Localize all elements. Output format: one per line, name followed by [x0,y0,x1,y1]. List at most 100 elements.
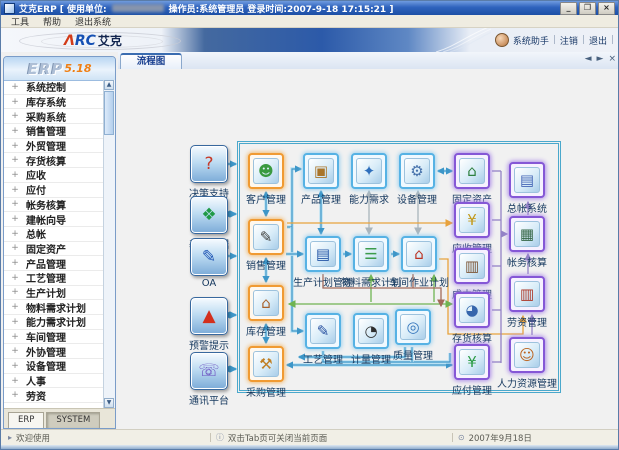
sidebar-item-13[interactable]: +工艺管理 [4,271,104,286]
sidebar-item-21[interactable]: +劳资 [4,388,104,403]
tab-close-icon[interactable]: × [608,54,616,64]
expand-plus-icon[interactable]: + [4,390,26,400]
flow-node-product-mgmt[interactable]: ▣ [303,153,339,189]
flow-node-receivable-mgmt[interactable]: ¥ [454,202,490,238]
expand-plus-icon[interactable]: + [4,273,26,283]
close-button[interactable]: × [598,2,615,15]
tab-nav-prev-icon[interactable]: ◄ [585,54,592,64]
sidebar-item-17[interactable]: +车间管理 [4,330,104,345]
sidebar-item-15[interactable]: +物料需求计划 [4,300,104,315]
sidebar-item-7[interactable]: +应付 [4,183,104,198]
expand-plus-icon[interactable]: + [4,199,26,209]
expand-plus-icon[interactable]: + [4,317,26,327]
sidebar-item-14[interactable]: +生产计划 [4,286,104,301]
expand-plus-icon[interactable]: + [4,141,26,151]
expand-plus-icon[interactable]: + [4,332,26,342]
tab-nav-next-icon[interactable]: ► [597,54,604,64]
expand-plus-icon[interactable]: + [4,214,26,224]
link-system-assistant[interactable]: 系统助手 [513,34,549,47]
sidebar-item-label: 系统控制 [26,80,66,94]
flow-node-fixed-assets[interactable]: ⌂ [454,153,490,189]
sidebar-item-6[interactable]: +应收 [4,168,104,183]
flow-node-payable-mgmt[interactable]: ¥ [454,344,490,380]
sidebar-item-5[interactable]: +存货核算 [4,153,104,168]
info-icon: ⓘ [216,432,224,443]
expand-plus-icon[interactable]: + [4,361,26,371]
scroll-up-icon[interactable]: ▲ [104,80,114,90]
expand-plus-icon[interactable]: + [4,243,26,253]
inventory-mgmt-icon: ⌂ [253,290,279,316]
link-separator: | [582,35,585,45]
expand-plus-icon[interactable]: + [4,155,26,165]
flow-node-customer-mgmt[interactable]: ☻ [248,153,284,189]
flow-node-alert-reminder[interactable]: ▲ [190,297,228,335]
flow-node-capacity-requirement[interactable]: ✦ [351,153,387,189]
flow-node-general-ledger[interactable]: ▤ [509,162,545,198]
flow-node-shopfloor-job-plan[interactable]: ⌂ [401,236,437,272]
flow-node-process-mgmt[interactable]: ✎ [305,313,341,349]
flow-node-metering-mgmt[interactable]: ◔ [353,313,389,349]
sidebar-item-18[interactable]: +外协管理 [4,344,104,359]
flow-node-decision-support[interactable]: ? [190,145,228,183]
expand-plus-icon[interactable]: + [4,185,26,195]
flow-node-material-requirement-plan[interactable]: ☰ [353,236,389,272]
minimize-button[interactable]: _ [560,2,577,15]
stock-accounting-icon: ◕ [459,297,485,323]
sidebar-item-1[interactable]: +库存系统 [4,95,104,110]
tab-erp[interactable]: ERP [8,412,44,428]
flow-node-sales-mgmt[interactable]: ✎ [248,219,284,255]
sidebar-item-8[interactable]: +帐务核算 [4,198,104,213]
sidebar-item-16[interactable]: +能力需求计划 [4,315,104,330]
flow-node-purchase-mgmt[interactable]: ⚒ [248,346,284,382]
flow-node-payroll-mgmt[interactable]: ▥ [509,276,545,312]
purchase-mgmt-icon: ⚒ [253,351,279,377]
expand-plus-icon[interactable]: + [4,111,26,121]
sidebar-item-9[interactable]: +建帐向导 [4,212,104,227]
flow-node-equipment-mgmt[interactable]: ⚙ [399,153,435,189]
sidebar-scrollbar[interactable]: ▲ ▼ [103,80,115,408]
sidebar-item-19[interactable]: +设备管理 [4,359,104,374]
sidebar-item-20[interactable]: +人事 [4,374,104,389]
sidebar-item-10[interactable]: +总帐 [4,227,104,242]
sidebar-bottom-tabs: ERP SYSTEM [4,408,115,428]
menu-help[interactable]: 帮助 [43,15,61,28]
expand-plus-icon[interactable]: + [4,82,26,92]
tab-flowchart[interactable]: 流程图 [120,53,182,69]
sidebar-item-4[interactable]: +外贸管理 [4,139,104,154]
flow-node-inventory-mgmt[interactable]: ⌂ [248,285,284,321]
flow-node-quality-mgmt[interactable]: ◎ [395,309,431,345]
restore-button[interactable]: ❐ [579,2,596,15]
welcome-icon: ▸ [8,433,12,442]
sidebar-item-3[interactable]: +销售管理 [4,124,104,139]
flow-node-base-data[interactable]: ❖ [190,196,228,234]
expand-plus-icon[interactable]: + [4,229,26,239]
expand-plus-icon[interactable]: + [4,126,26,136]
expand-plus-icon[interactable]: + [4,287,26,297]
flow-node-production-plan-mgmt[interactable]: ▤ [305,236,341,272]
sidebar-item-12[interactable]: +产品管理 [4,256,104,271]
expand-plus-icon[interactable]: + [4,376,26,386]
expand-plus-icon[interactable]: + [4,346,26,356]
link-logout[interactable]: 注销 [560,34,578,47]
scroll-down-icon[interactable]: ▼ [104,398,114,408]
scrollbar-thumb[interactable] [104,91,114,135]
flow-node-hr-mgmt[interactable]: ☺ [509,337,545,373]
link-exit[interactable]: 退出 [589,34,607,47]
expand-plus-icon[interactable]: + [4,302,26,312]
flow-node-stock-accounting[interactable]: ◕ [454,292,490,328]
sidebar-item-2[interactable]: +采购系统 [4,109,104,124]
flow-node-oa[interactable]: ✎ [190,238,228,276]
sidebar-item-0[interactable]: +系统控制 [4,80,104,95]
tab-system[interactable]: SYSTEM [46,412,100,428]
flow-node-cost-mgmt[interactable]: ▥ [454,248,490,284]
flow-node-communication-platform[interactable]: ☏ [190,352,228,390]
expand-plus-icon[interactable]: + [4,258,26,268]
sidebar-item-11[interactable]: +固定资产 [4,242,104,257]
menu-tools[interactable]: 工具 [11,15,29,28]
menu-exit-system[interactable]: 退出系统 [75,15,111,28]
expand-plus-icon[interactable]: + [4,97,26,107]
shopfloor-job-plan-icon: ⌂ [406,241,432,267]
flow-node-accounting[interactable]: ▦ [509,216,545,252]
expand-plus-icon[interactable]: + [4,170,26,180]
sidebar-item-label: 生产计划 [26,285,66,300]
